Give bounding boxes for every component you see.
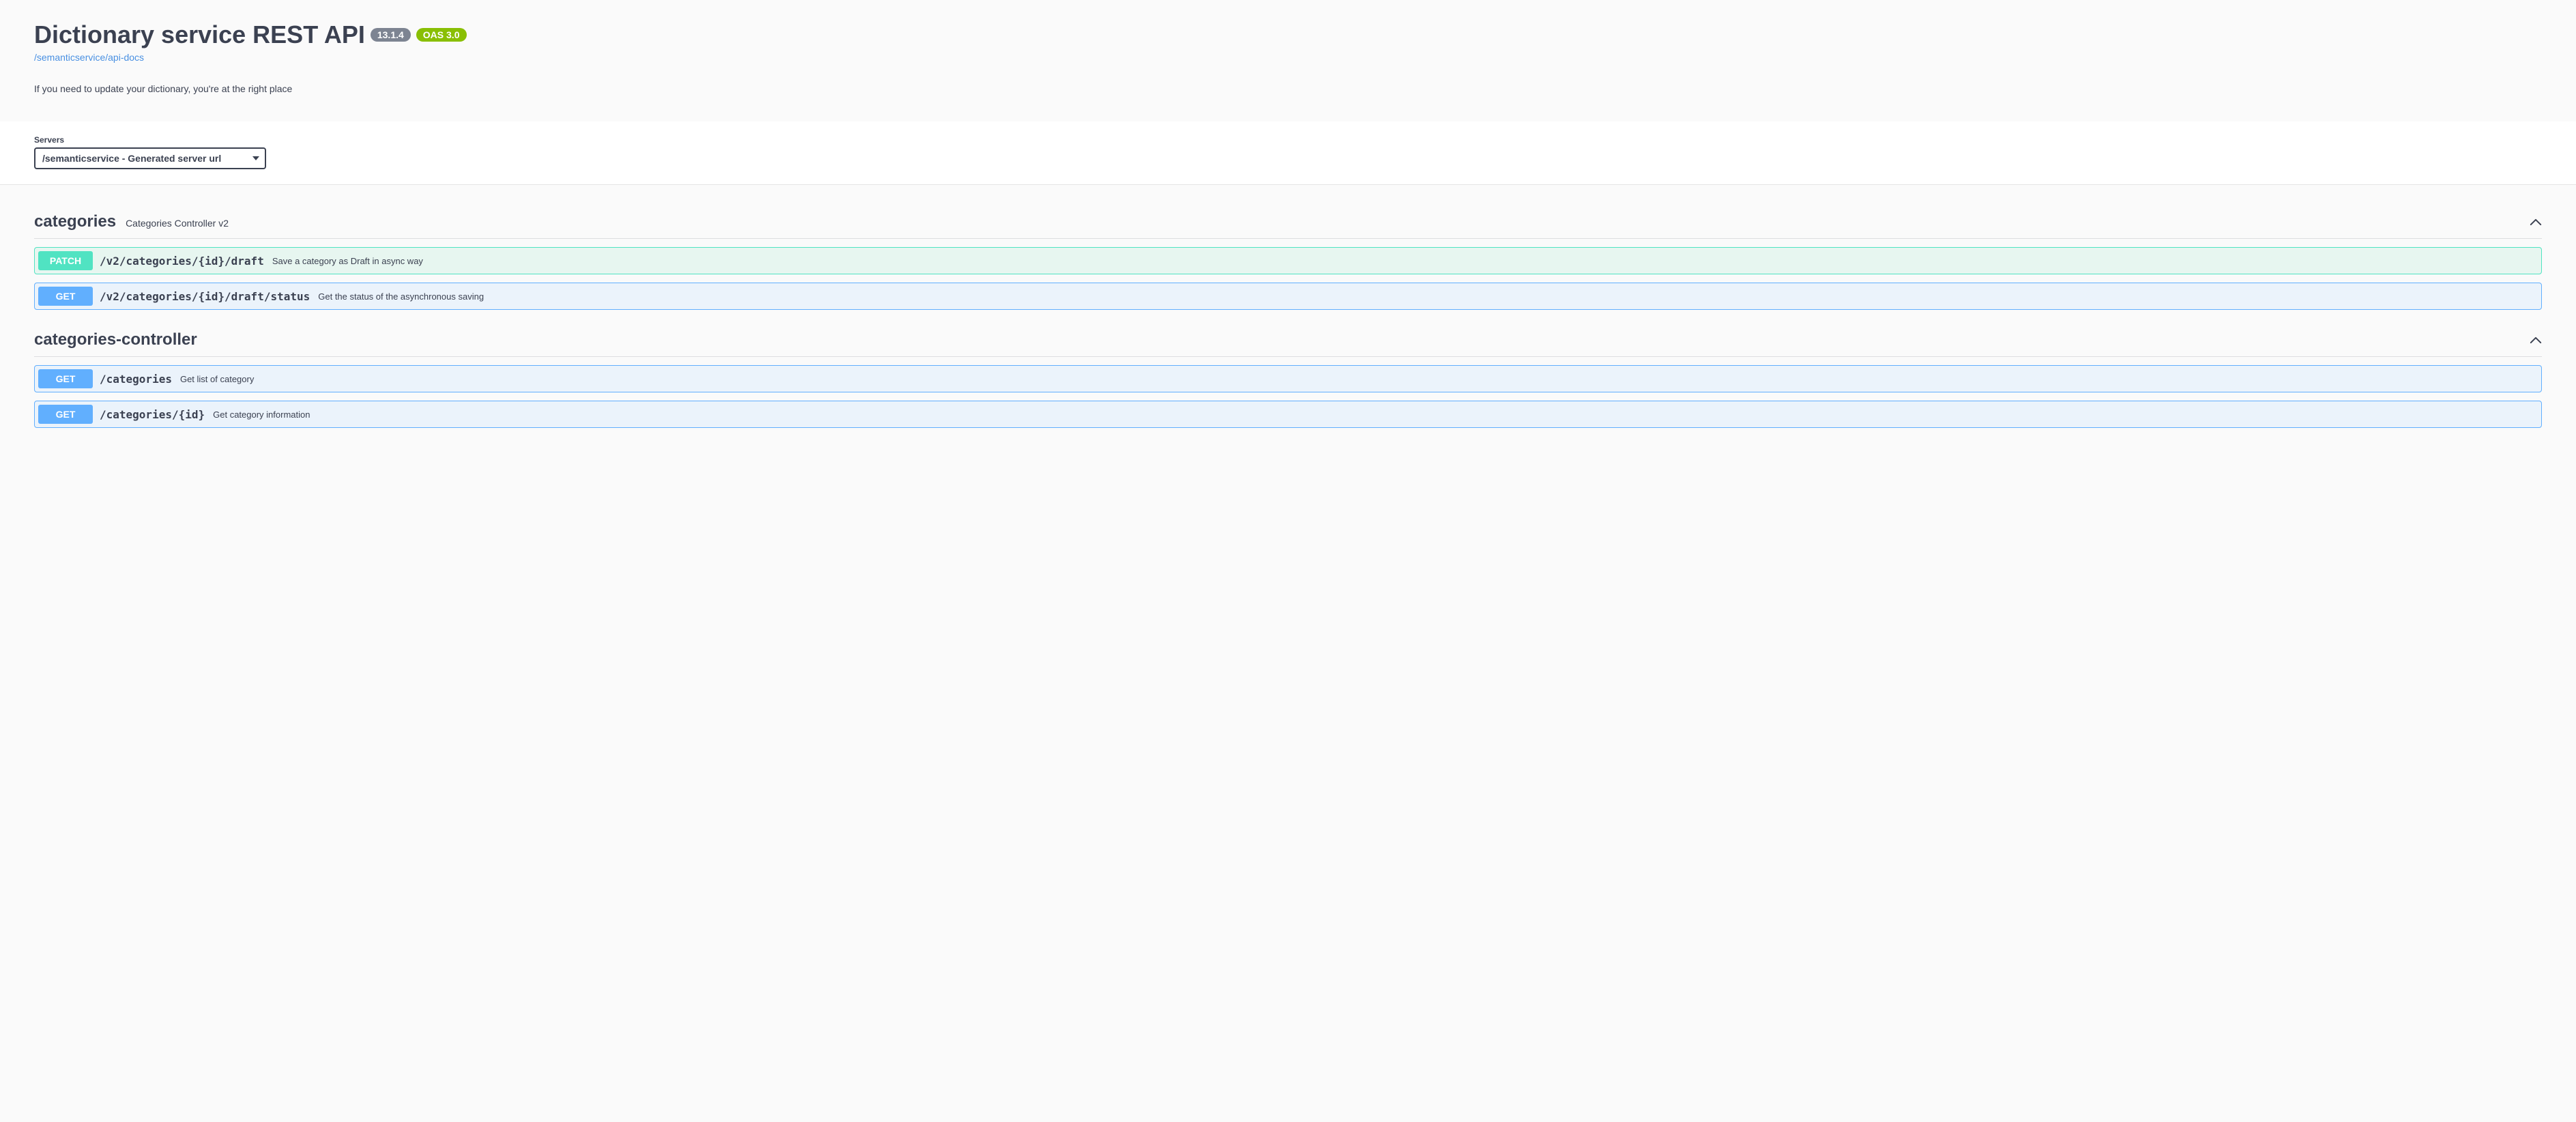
http-method-badge: PATCH bbox=[38, 251, 93, 270]
oas-badge: OAS 3.0 bbox=[416, 28, 467, 42]
tag-header[interactable]: categories Categories Controller v2 bbox=[34, 205, 2542, 239]
server-select-wrap: /semanticservice - Generated server url bbox=[34, 147, 266, 169]
operations-container: categories Categories Controller v2 PATC… bbox=[0, 185, 2576, 457]
tag-header[interactable]: categories-controller bbox=[34, 323, 2542, 357]
operation-summary: Get category information bbox=[213, 409, 2524, 420]
servers-label: Servers bbox=[34, 135, 2542, 145]
operation-summary: Save a category as Draft in async way bbox=[272, 256, 2524, 266]
chevron-up-icon bbox=[2530, 334, 2542, 346]
operation-path: /v2/categories/{id}/draft/status bbox=[100, 290, 310, 303]
operation-path: /v2/categories/{id}/draft bbox=[100, 255, 264, 268]
title-row: Dictionary service REST API 13.1.4 OAS 3… bbox=[34, 20, 2542, 49]
operation-list: PATCH /v2/categories/{id}/draft Save a c… bbox=[34, 247, 2542, 310]
http-method-badge: GET bbox=[38, 287, 93, 306]
chevron-up-icon bbox=[2530, 216, 2542, 228]
tag-header-left: categories Categories Controller v2 bbox=[34, 212, 229, 231]
servers-section: Servers /semanticservice - Generated ser… bbox=[0, 121, 2576, 185]
tag-section-categories: categories Categories Controller v2 PATC… bbox=[34, 205, 2542, 310]
operation-row[interactable]: GET /categories/{id} Get category inform… bbox=[34, 401, 2542, 428]
operation-path: /categories bbox=[100, 373, 172, 386]
tag-name: categories-controller bbox=[34, 330, 197, 349]
chevron-down-icon bbox=[2524, 255, 2538, 267]
tag-section-categories-controller: categories-controller GET /categories Ge… bbox=[34, 323, 2542, 428]
http-method-badge: GET bbox=[38, 369, 93, 388]
version-badge: 13.1.4 bbox=[371, 28, 411, 42]
chevron-down-icon bbox=[2524, 373, 2538, 385]
info-header: Dictionary service REST API 13.1.4 OAS 3… bbox=[0, 0, 2576, 121]
tag-description: Categories Controller v2 bbox=[126, 218, 229, 229]
operation-row[interactable]: GET /v2/categories/{id}/draft/status Get… bbox=[34, 283, 2542, 310]
tag-name: categories bbox=[34, 212, 116, 231]
operation-summary: Get the status of the asynchronous savin… bbox=[318, 291, 2524, 302]
tag-header-left: categories-controller bbox=[34, 330, 207, 349]
operation-row[interactable]: GET /categories Get list of category bbox=[34, 365, 2542, 392]
chevron-down-icon bbox=[2524, 408, 2538, 420]
operation-summary: Get list of category bbox=[180, 374, 2524, 384]
chevron-down-icon bbox=[2524, 290, 2538, 302]
api-docs-link[interactable]: /semanticservice/api-docs bbox=[34, 52, 144, 63]
api-title: Dictionary service REST API bbox=[34, 20, 365, 49]
operation-path: /categories/{id} bbox=[100, 408, 205, 421]
operation-list: GET /categories Get list of category GET… bbox=[34, 365, 2542, 428]
operation-row[interactable]: PATCH /v2/categories/{id}/draft Save a c… bbox=[34, 247, 2542, 274]
server-select[interactable]: /semanticservice - Generated server url bbox=[34, 147, 266, 169]
http-method-badge: GET bbox=[38, 405, 93, 424]
api-description: If you need to update your dictionary, y… bbox=[34, 83, 2542, 94]
